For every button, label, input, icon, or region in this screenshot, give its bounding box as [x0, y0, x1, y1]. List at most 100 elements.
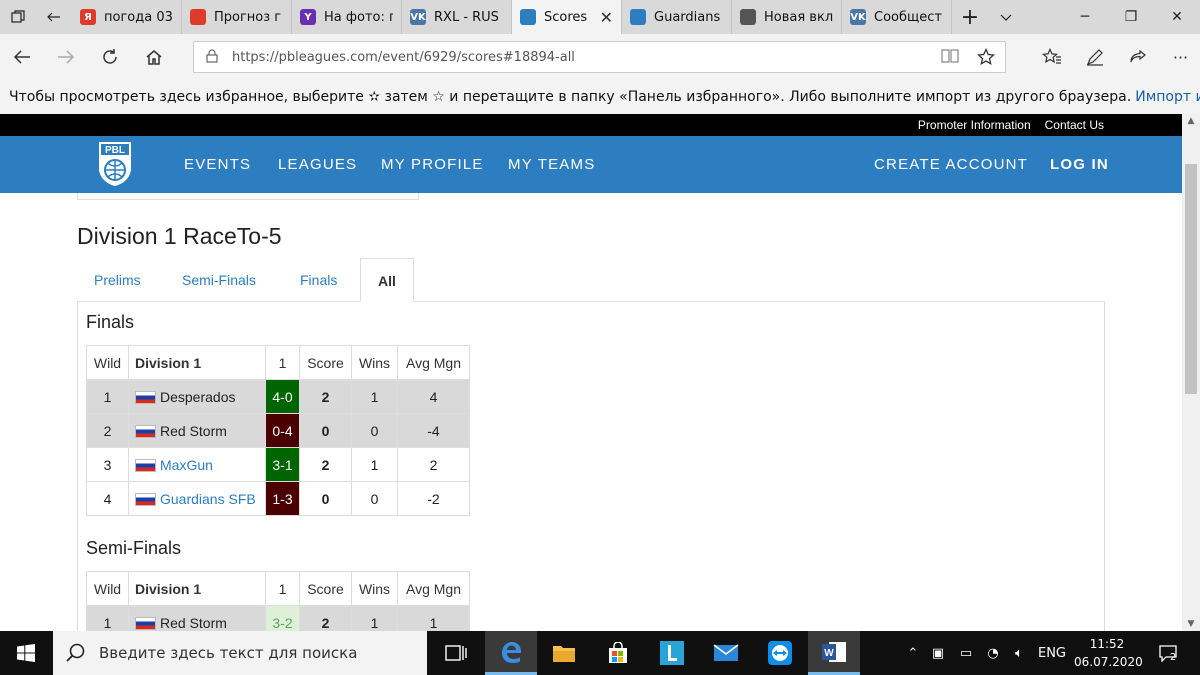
nav-events[interactable]: EVENTS [184, 156, 251, 173]
url-text: https://pbleagues.com/event/6929/scores#… [232, 49, 575, 65]
back-tabs-icon[interactable] [36, 0, 72, 34]
close-tab-icon[interactable]: ✕ [600, 8, 613, 27]
column-header[interactable]: 1 [265, 571, 300, 606]
team-name: Red Storm [160, 422, 227, 439]
favorites-hint-text: Чтобы просмотреть здесь избранное, выбер… [9, 89, 1132, 105]
share-icon[interactable] [1116, 34, 1159, 80]
minimize-button[interactable]: ─ [1062, 0, 1108, 34]
column-header[interactable]: Wild [86, 345, 129, 380]
browser-tab[interactable]: VK Сообщест [842, 0, 952, 34]
favorites-hub-icon[interactable] [1030, 34, 1073, 80]
nav-log-in[interactable]: LOG IN [1050, 156, 1109, 173]
browser-tab[interactable]: Scores ✕ [512, 0, 622, 34]
tab-finals[interactable]: Finals [283, 258, 354, 302]
language-indicator[interactable]: ENG [1032, 646, 1072, 661]
notification-count: 2 [1169, 651, 1177, 663]
scroll-up-arrow-icon[interactable]: ▲ [1182, 116, 1200, 126]
import-favorites-link[interactable]: Импорт избранного [1135, 89, 1200, 105]
nav-create-account[interactable]: CREATE ACCOUNT [874, 156, 1028, 173]
edge-taskbar-icon[interactable] [485, 631, 537, 675]
close-window-button[interactable]: ✕ [1154, 0, 1200, 34]
file-explorer-icon[interactable] [538, 631, 590, 675]
svg-text:W: W [824, 648, 834, 659]
teamviewer-icon[interactable] [754, 631, 806, 675]
action-center-icon[interactable]: 2 [1150, 631, 1184, 675]
section-title-finals: Finals [86, 312, 135, 332]
team-name[interactable]: Guardians SFB [160, 491, 256, 507]
section-title-semi-finals: Semi-Finals [86, 538, 182, 558]
browser-tab[interactable]: Guardians [622, 0, 732, 34]
promoter-info-link[interactable]: Promoter Information [918, 118, 1031, 132]
clock-date: 06.07.2020 [1074, 655, 1143, 669]
wild-seed-cell: 1 [86, 379, 129, 414]
new-tab-button[interactable]: + [952, 0, 988, 34]
home-button[interactable] [132, 34, 176, 80]
tab-list-chevron-icon[interactable] [988, 0, 1024, 34]
more-menu-icon[interactable]: ··· [1159, 34, 1200, 80]
team-cell: MaxGun [128, 447, 266, 482]
match-result-cell[interactable]: 4-0 [265, 379, 300, 414]
avg-margin-cell: -2 [397, 481, 470, 516]
browser-tab[interactable]: Япогода 03 [72, 0, 182, 34]
wins-cell: 0 [351, 413, 398, 448]
page-scrollbar[interactable]: ▲ ▼ [1182, 114, 1200, 631]
browser-tab[interactable]: VK RXL - RUS [402, 0, 512, 34]
word-icon[interactable]: W [808, 631, 860, 675]
browser-tab-label: Guardians [654, 9, 721, 25]
scroll-down-arrow-icon[interactable]: ▼ [1182, 619, 1200, 629]
search-placeholder: Введите здесь текст для поиска [99, 644, 358, 662]
address-bar[interactable]: https://pbleagues.com/event/6929/scores#… [193, 41, 1006, 73]
show-hidden-icons-chevron-icon[interactable]: ⌃ [902, 646, 924, 661]
logo-text: PBL [105, 145, 125, 156]
match-result-cell[interactable]: 3-2 [265, 605, 300, 631]
tab-prelims[interactable]: Prelims [77, 258, 158, 302]
browser-tab[interactable]: Прогноз г [182, 0, 292, 34]
column-header[interactable]: Avg Mgn [397, 571, 470, 606]
mail-icon[interactable] [700, 631, 752, 675]
pbl-logo[interactable]: PBL [96, 140, 134, 188]
column-header[interactable]: 1 [265, 345, 300, 380]
yahoo-icon: Y [300, 9, 316, 25]
table-row: 2 Red Storm 0-4 0 0 -4 [86, 413, 470, 448]
nav-my-profile[interactable]: MY PROFILE [381, 156, 484, 173]
notes-pen-icon[interactable] [1073, 34, 1116, 80]
tab-actions-icon[interactable] [0, 0, 36, 34]
browser-tab[interactable]: Y На фото: г [292, 0, 402, 34]
score-cell: 2 [299, 379, 352, 414]
match-result-cell[interactable]: 3-1 [265, 447, 300, 482]
reading-view-icon[interactable] [941, 48, 959, 70]
refresh-button[interactable] [88, 34, 132, 80]
back-button[interactable] [0, 34, 44, 80]
team-name[interactable]: MaxGun [160, 457, 213, 473]
column-header[interactable]: Wild [86, 571, 129, 606]
score-cell: 0 [299, 413, 352, 448]
match-result-cell[interactable]: 0-4 [265, 413, 300, 448]
column-header[interactable]: Wins [351, 345, 398, 380]
taskbar-clock[interactable]: 11:52 06.07.2020 [1074, 635, 1143, 671]
contact-us-link[interactable]: Contact Us [1045, 118, 1104, 132]
task-view-icon[interactable] [430, 631, 482, 675]
tab-semi-finals[interactable]: Semi-Finals [165, 258, 273, 302]
column-header[interactable]: Wins [351, 571, 398, 606]
favorite-star-icon[interactable] [976, 47, 996, 70]
windows-start-button[interactable] [0, 631, 52, 675]
taskbar-search-box[interactable]: Введите здесь текст для поиска [53, 631, 427, 675]
column-header[interactable]: Avg Mgn [397, 345, 470, 380]
nav-leagues[interactable]: LEAGUES [278, 156, 357, 173]
nav-my-teams[interactable]: MY TEAMS [508, 156, 595, 173]
column-header[interactable]: Score [299, 571, 352, 606]
pbl-icon [520, 9, 536, 25]
volume-icon[interactable]: 🔈︎ [1006, 646, 1032, 661]
network-adapter-icon[interactable]: ▣ [924, 646, 952, 661]
microsoft-store-icon[interactable] [592, 631, 644, 675]
battery-icon[interactable]: ▭ [952, 646, 980, 661]
l-app-icon[interactable] [646, 631, 698, 675]
browser-tab[interactable]: Новая вкл [732, 0, 842, 34]
wifi-icon[interactable]: ◔ [980, 646, 1006, 661]
scrollbar-thumb[interactable] [1185, 164, 1197, 394]
restore-button[interactable]: ❐ [1108, 0, 1154, 34]
column-header[interactable]: Score [299, 345, 352, 380]
match-result-cell[interactable]: 1-3 [265, 481, 300, 516]
forward-button[interactable] [44, 34, 88, 80]
tab-all[interactable]: All [360, 258, 414, 302]
